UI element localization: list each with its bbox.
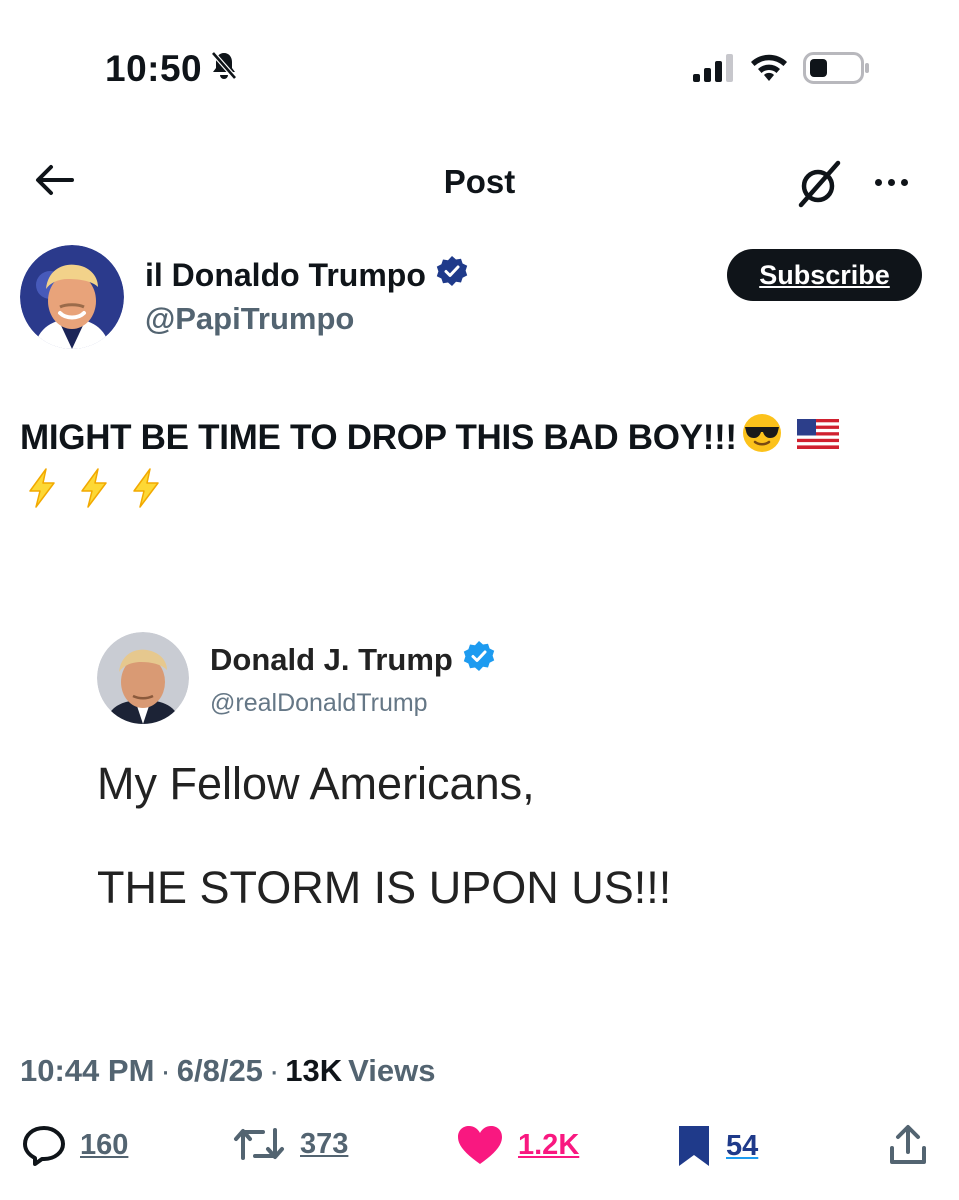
embedded-tweet-name: Donald J. Trump	[210, 640, 495, 680]
post-emoji-row	[26, 468, 162, 513]
embedded-tweet-avatar	[97, 632, 189, 724]
like-button[interactable]: 1.2K	[456, 1124, 579, 1166]
more-horizontal-icon	[900, 178, 908, 186]
bookmark-button[interactable]: 54	[676, 1124, 758, 1168]
like-count[interactable]: 1.2K	[518, 1129, 579, 1162]
reply-icon	[22, 1124, 66, 1166]
views-label[interactable]: Views	[348, 1053, 435, 1089]
verified-badge-icon	[463, 640, 495, 680]
repost-count[interactable]: 373	[300, 1128, 348, 1161]
heart-icon	[456, 1124, 504, 1166]
post-body: MIGHT BE TIME TO DROP THIS BAD BOY!!!	[20, 417, 737, 457]
more-horizontal-icon	[887, 178, 895, 186]
battery-icon	[803, 52, 871, 89]
status-bar-right	[693, 52, 871, 89]
more-horizontal-icon	[874, 178, 882, 186]
grok-icon	[793, 160, 845, 214]
lightning-emoji-icon	[78, 468, 110, 513]
post-text: MIGHT BE TIME TO DROP THIS BAD BOY!!!	[20, 412, 839, 463]
sunglasses-emoji-icon	[741, 412, 783, 463]
bell-slash-icon	[208, 48, 240, 90]
embedded-display-name: Donald J. Trump	[210, 642, 453, 677]
embedded-tweet-line-1: My Fellow Americans,	[97, 758, 535, 809]
author-handle[interactable]: @PapiTrumpo	[145, 301, 354, 337]
embedded-tweet-handle: @realDonaldTrump	[210, 689, 428, 717]
post-time[interactable]: 10:44 PM	[20, 1053, 154, 1089]
share-icon	[888, 1124, 928, 1166]
bookmark-icon	[676, 1124, 712, 1168]
reply-button[interactable]: 160	[22, 1124, 128, 1166]
repost-icon	[232, 1124, 286, 1164]
lightning-emoji-icon	[130, 468, 162, 513]
post-date[interactable]: 6/8/25	[177, 1053, 263, 1089]
wifi-icon	[749, 53, 789, 88]
status-bar-time: 10:50	[105, 48, 240, 90]
grok-button[interactable]	[793, 158, 845, 210]
author-name[interactable]: il Donaldo Trumpo	[145, 255, 468, 295]
cellular-signal-icon	[693, 54, 735, 87]
bookmark-count[interactable]: 54	[726, 1130, 758, 1163]
meta-separator: ·	[160, 1053, 171, 1088]
reply-count[interactable]: 160	[80, 1129, 128, 1162]
more-options-button[interactable]	[866, 160, 916, 204]
embedded-tweet-line-2: THE STORM IS UPON US!!!	[97, 862, 672, 913]
repost-button[interactable]: 373	[232, 1124, 348, 1164]
us-flag-emoji-icon	[796, 418, 839, 458]
meta-separator: ·	[268, 1053, 280, 1088]
author-display-name[interactable]: il Donaldo Trumpo	[145, 257, 426, 294]
post-meta: 10:44 PM · 6/8/25 · 13K Views	[20, 1053, 435, 1089]
author-avatar[interactable]	[20, 245, 124, 349]
views-count[interactable]: 13K	[285, 1053, 342, 1089]
lightning-emoji-icon	[26, 468, 58, 513]
subscribe-button[interactable]: Subscribe	[727, 249, 922, 301]
share-button[interactable]	[888, 1124, 928, 1166]
verified-badge-icon	[436, 255, 468, 295]
clock-time: 10:50	[105, 48, 203, 89]
